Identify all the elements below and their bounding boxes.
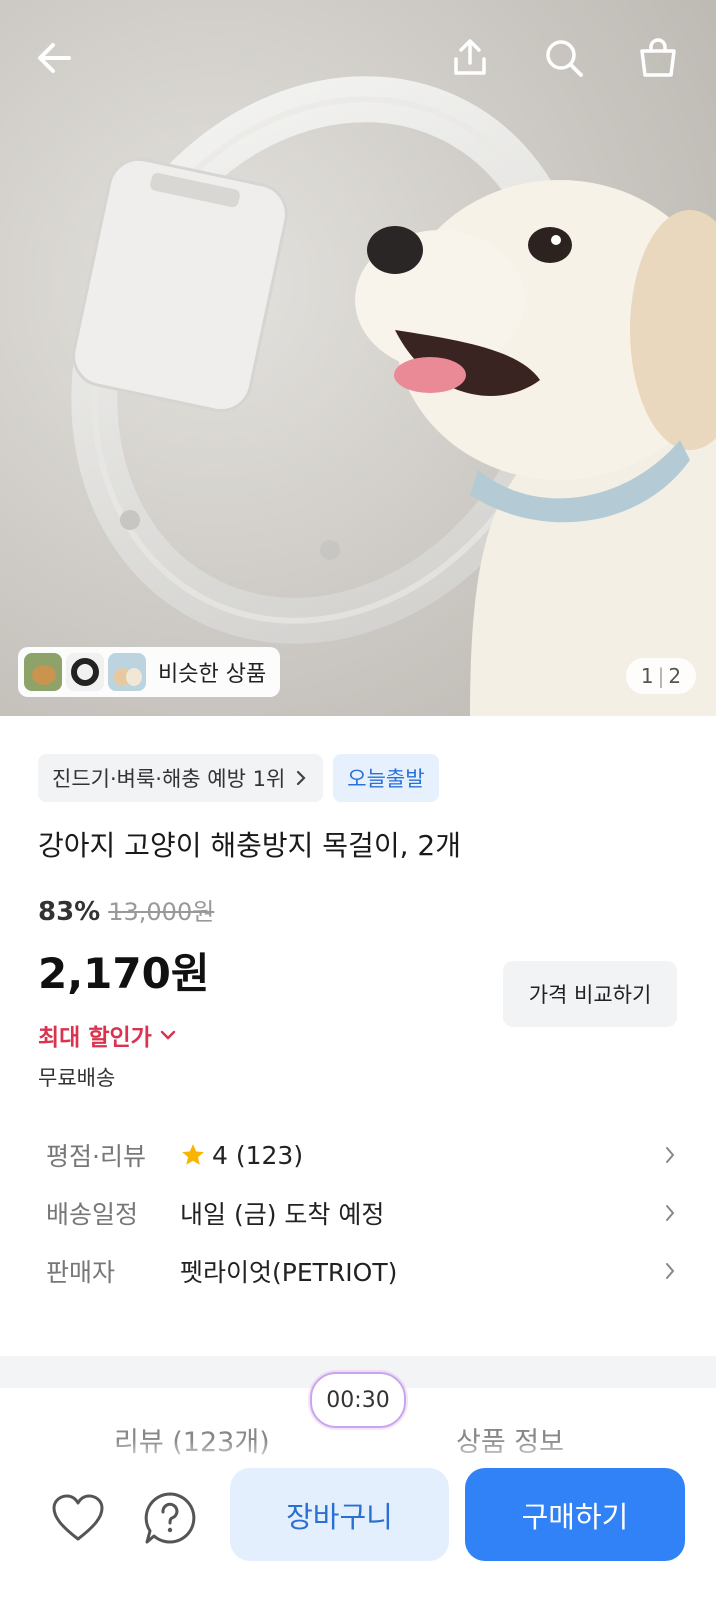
price-compare-button[interactable]: 가격 비교하기 — [503, 961, 677, 1027]
detail-row-delivery[interactable]: 배송일정 내일 (금) 도착 예정 — [46, 1184, 676, 1242]
heart-icon — [52, 1494, 104, 1541]
rating-value: 4 (123) — [212, 1140, 304, 1170]
back-button[interactable] — [26, 30, 82, 86]
question-icon — [144, 1492, 196, 1544]
chevron-right-icon — [652, 1145, 676, 1165]
discount-rate: 83% — [38, 897, 101, 927]
bottom-action-bar: 장바구니 구매하기 — [0, 1440, 716, 1600]
similar-thumbnail — [66, 653, 104, 691]
image-counter-total: 2 — [668, 664, 682, 688]
top-bar — [0, 0, 716, 110]
star-icon — [182, 1144, 204, 1165]
similar-products-label: 비슷한 상품 — [158, 662, 267, 687]
similar-thumbnail — [24, 653, 62, 691]
detail-label: 평점·리뷰 — [46, 1142, 146, 1171]
image-counter: 1 | 2 — [626, 658, 696, 694]
image-counter-current: 1 — [640, 664, 654, 688]
cart-icon-button[interactable] — [630, 30, 686, 86]
image-counter-separator: | — [657, 664, 665, 688]
back-arrow-icon — [38, 43, 71, 73]
ranking-badge-label: 진드기·벼룩·해충 예방 1위 — [52, 767, 286, 791]
detail-value: 내일 (금) 도착 예정 — [180, 1200, 385, 1229]
chevron-right-icon — [297, 770, 306, 786]
detail-row-seller[interactable]: 판매자 펫라이엇(PETRIOT) — [46, 1242, 676, 1300]
shopping-bag-icon — [640, 38, 676, 77]
max-discount-toggle[interactable]: 최대 할인가 — [38, 1018, 176, 1052]
chevron-right-icon — [652, 1203, 676, 1223]
add-to-cart-button[interactable]: 장바구니 — [230, 1468, 449, 1561]
sale-price: 2,170원 — [38, 949, 210, 998]
search-button[interactable] — [536, 30, 592, 86]
detail-value: 4 (123) — [180, 1141, 652, 1170]
max-discount-label: 최대 할인가 — [38, 1025, 152, 1051]
chevron-right-icon — [652, 1261, 676, 1281]
badge-row: 진드기·벼룩·해충 예방 1위 오늘출발 — [38, 754, 439, 802]
detail-label: 판매자 — [46, 1258, 116, 1287]
similar-products-chip[interactable]: 비슷한 상품 — [18, 647, 281, 697]
share-button[interactable] — [442, 30, 498, 86]
wishlist-button[interactable] — [48, 1490, 108, 1546]
share-icon — [454, 39, 486, 75]
discount-row: 83% 13,000원 — [38, 892, 214, 927]
original-price: 13,000원 — [108, 898, 215, 926]
inquiry-button[interactable] — [140, 1488, 200, 1548]
detail-value: 펫라이엇(PETRIOT) — [180, 1258, 398, 1287]
detail-label: 배송일정 — [46, 1200, 139, 1229]
detail-row-rating[interactable]: 평점·리뷰 4 (123) — [46, 1126, 676, 1184]
same-day-shipping-badge: 오늘출발 — [333, 754, 439, 802]
shipping-info: 무료배송 — [38, 1066, 116, 1090]
buy-now-button[interactable]: 구매하기 — [465, 1468, 685, 1561]
ranking-badge[interactable]: 진드기·벼룩·해충 예방 1위 — [38, 754, 324, 802]
search-icon — [546, 40, 583, 77]
product-title: 강아지 고양이 해충방지 목걸이, 2개 — [38, 829, 461, 862]
product-image-gallery[interactable]: 비슷한 상품 1 | 2 — [0, 0, 716, 716]
chevron-down-icon — [160, 1030, 176, 1040]
timer-badge: 00:30 — [310, 1372, 406, 1428]
detail-list: 평점·리뷰 4 (123) 배송일정 내일 (금) 도착 예정 판매자 펫라이엇… — [46, 1126, 676, 1300]
similar-thumbnail — [108, 653, 146, 691]
same-day-shipping-label: 오늘출발 — [347, 767, 425, 791]
